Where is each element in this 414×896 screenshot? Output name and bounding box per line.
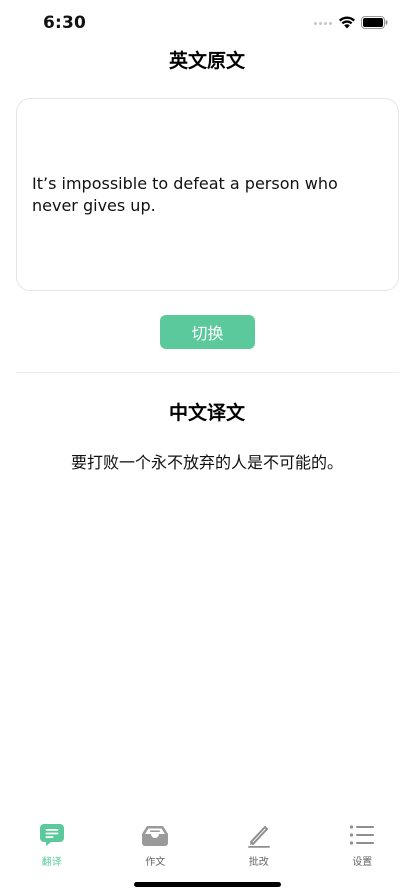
- switch-button[interactable]: 切换: [160, 315, 255, 349]
- tab-label: 批改: [248, 857, 269, 868]
- status-bar: 6:30: [0, 0, 414, 46]
- source-text[interactable]: It’s impossible to defeat a person who n…: [32, 173, 383, 217]
- tab-translate[interactable]: 翻译: [0, 812, 104, 868]
- divider: [16, 372, 399, 373]
- inbox-tray-icon: [141, 821, 169, 848]
- tab-essay[interactable]: 作文: [104, 812, 208, 868]
- home-indicator[interactable]: [134, 882, 281, 887]
- chat-bubble-icon: [38, 821, 66, 848]
- list-icon: [348, 821, 376, 848]
- translation-title: 中文译文: [168, 402, 245, 424]
- tab-label: 作文: [145, 857, 166, 868]
- wifi-icon: [339, 16, 355, 29]
- source-title: 英文原文: [168, 50, 245, 72]
- tab-settings[interactable]: 设置: [311, 812, 414, 868]
- battery-icon: [361, 16, 388, 29]
- tab-bar: 翻译 作文 批改 设置: [0, 812, 414, 868]
- tab-label: 翻译: [41, 857, 62, 868]
- status-time: 6:30: [43, 13, 87, 33]
- translation-text: 要打败一个永不放弃的人是不可能的。: [70, 453, 343, 472]
- source-text-card[interactable]: It’s impossible to defeat a person who n…: [16, 98, 399, 291]
- pencil-icon: [245, 821, 273, 848]
- tab-grading[interactable]: 批改: [207, 812, 311, 868]
- tab-label: 设置: [352, 857, 373, 868]
- screen: 6:30 英文原文 It’s impossible to defeat a pe…: [0, 0, 414, 896]
- signal-icon: [314, 22, 332, 25]
